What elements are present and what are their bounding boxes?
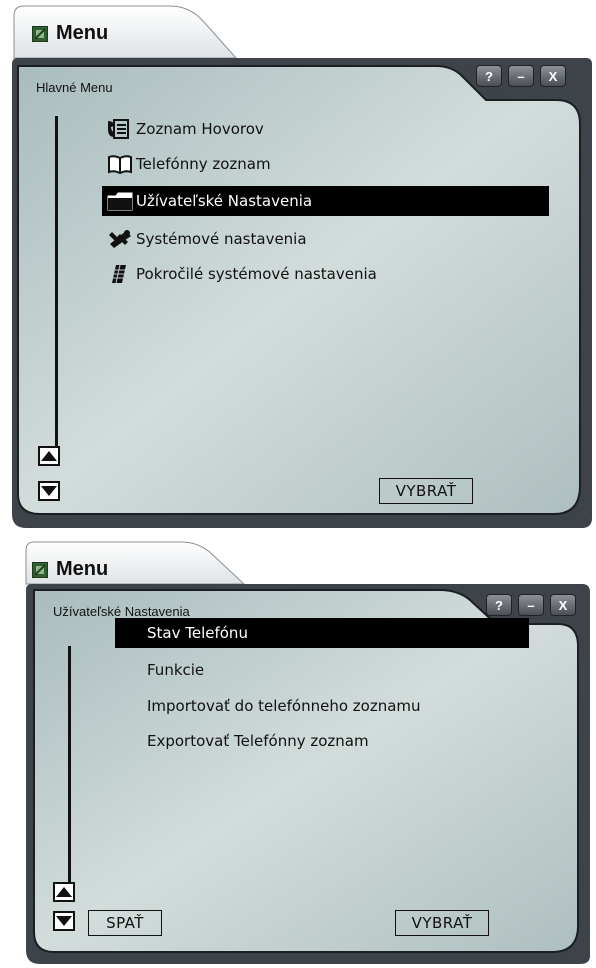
menu-item-label: Systémové nastavenia [136, 230, 307, 248]
menu-item-label: Užívateľské Nastavenia [136, 192, 313, 210]
menu-item-label: Exportovať Telefónny zoznam [147, 732, 369, 750]
menu-item-label: Telefónny zoznam [136, 155, 271, 173]
window-controls: ? – X [486, 594, 576, 616]
menu-item-label: Funkcie [147, 661, 205, 679]
select-softkey[interactable]: VYBRAŤ [395, 910, 489, 936]
window-controls: ? – X [476, 65, 566, 87]
main-menu-window: Menu Hlavné Menu ? – X Zoznam Hovorov Te… [0, 0, 596, 530]
menu-item-label: Stav Telefónu [147, 624, 248, 642]
arrow-down-icon [41, 486, 57, 496]
minimize-button[interactable]: – [508, 65, 534, 87]
keypad-icon [104, 262, 136, 286]
menu-item-label: Zoznam Hovorov [136, 120, 264, 138]
menu-item-phone-status[interactable]: Stav Telefónu [115, 618, 529, 648]
back-softkey[interactable]: SPAŤ [88, 910, 162, 936]
arrow-up-icon [56, 887, 72, 897]
app-icon [32, 561, 48, 578]
arrow-up-icon [41, 451, 57, 461]
arrow-down-icon [56, 916, 72, 926]
scroll-up-button[interactable] [53, 882, 75, 902]
scroll-track [55, 116, 58, 448]
scroll-down-button[interactable] [38, 481, 60, 501]
folder-icon [104, 189, 136, 213]
menu-item-features[interactable]: Funkcie [115, 655, 529, 685]
window-title-bar: Menu [32, 22, 108, 45]
help-button[interactable]: ? [486, 594, 512, 616]
menu-item-user-settings[interactable]: Užívateľské Nastavenia [102, 186, 549, 216]
select-softkey[interactable]: VYBRAŤ [379, 478, 473, 504]
app-icon [32, 25, 48, 42]
window-title-bar: Menu [32, 558, 108, 581]
scroll-up-button[interactable] [38, 446, 60, 466]
menu-item-system-settings[interactable]: Systémové nastavenia [102, 224, 549, 254]
menu-item-label: Importovať do telefónneho zoznamu [147, 697, 421, 715]
menu-item-label: Pokročilé systémové nastavenia [136, 265, 377, 283]
menu-item-advanced-settings[interactable]: Pokročilé systémové nastavenia [102, 259, 549, 289]
call-log-icon [104, 117, 136, 141]
book-icon [104, 152, 136, 176]
tools-icon [104, 227, 136, 251]
close-button[interactable]: X [550, 594, 576, 616]
app-title: Menu [56, 22, 109, 44]
minimize-button[interactable]: – [518, 594, 544, 616]
menu-item-import-phonebook[interactable]: Importovať do telefónneho zoznamu [115, 691, 529, 721]
menu-item-call-log[interactable]: Zoznam Hovorov [102, 114, 549, 144]
menu-item-phonebook[interactable]: Telefónny zoznam [102, 149, 549, 179]
breadcrumb: Hlavné Menu [36, 80, 113, 95]
close-button[interactable]: X [540, 65, 566, 87]
help-button[interactable]: ? [476, 65, 502, 87]
app-title: Menu [56, 558, 109, 580]
scroll-track [68, 646, 71, 884]
menu-item-export-phonebook[interactable]: Exportovať Telefónny zoznam [115, 726, 529, 756]
user-settings-window: Menu Užívateľské Nastavenia ? – X Stav T… [0, 538, 596, 966]
scroll-down-button[interactable] [53, 911, 75, 931]
breadcrumb: Užívateľské Nastavenia [53, 604, 190, 619]
